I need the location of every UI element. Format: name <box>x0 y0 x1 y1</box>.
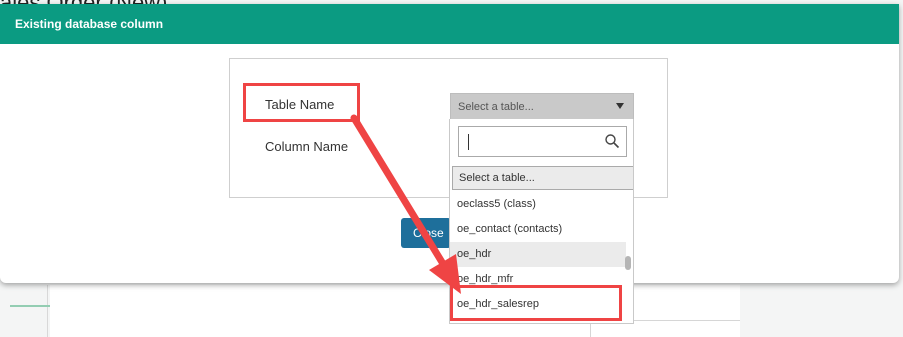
highlight-oe-hdr-salesrep <box>450 285 622 321</box>
caret-down-icon <box>616 103 624 109</box>
dropdown-search-input[interactable] <box>458 126 627 157</box>
dropdown-option[interactable]: oeclass5 (class) <box>450 192 626 217</box>
modal-title: Existing database column <box>15 17 164 31</box>
table-select-value: Select a table... <box>458 100 534 113</box>
table-select[interactable]: Select a table... <box>450 93 634 120</box>
dropdown-option-hovered[interactable]: oe_hdr <box>450 242 626 267</box>
column-name-label: Column Name <box>265 139 349 154</box>
modal-header: Existing database column <box>0 4 899 44</box>
highlight-table-name <box>243 83 360 122</box>
dropdown-option-placeholder[interactable]: Select a table... <box>452 166 633 190</box>
search-icon <box>605 134 620 149</box>
background-left-strip <box>0 285 48 337</box>
dropdown-option[interactable]: oe_contact (contacts) <box>450 217 626 242</box>
dropdown-scrollbar[interactable] <box>625 256 631 270</box>
background-accent-line <box>10 305 50 307</box>
text-cursor <box>468 134 469 150</box>
close-button[interactable]: Close <box>401 218 451 248</box>
